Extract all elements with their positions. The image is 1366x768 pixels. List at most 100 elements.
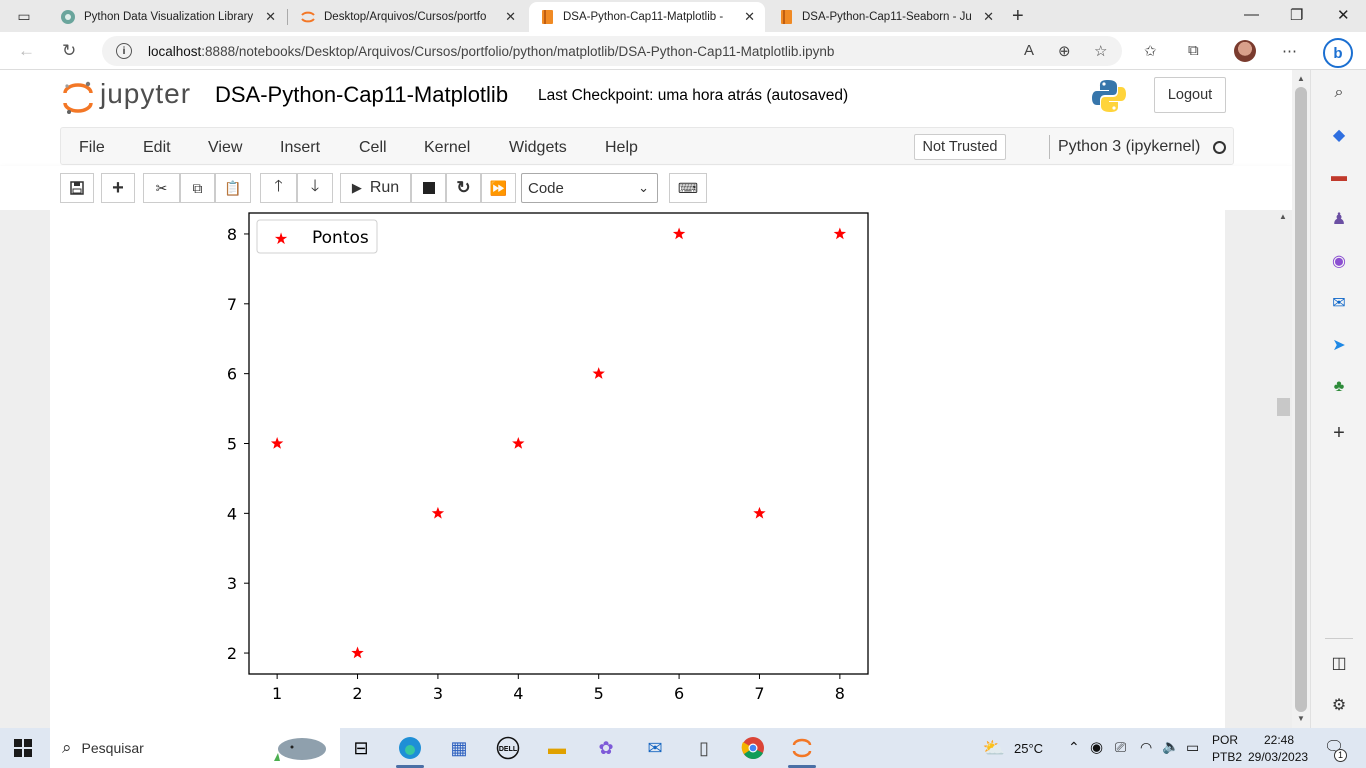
tree-icon[interactable]: ♣: [1328, 376, 1350, 398]
edge-browser-icon[interactable]: [396, 734, 424, 762]
tab-actions-icon[interactable]: ▭: [10, 6, 38, 26]
more-options-icon[interactable]: ⋯: [1282, 42, 1297, 60]
mail-icon[interactable]: ✉: [641, 734, 669, 762]
settings-gear-icon[interactable]: ⚙: [1328, 694, 1350, 716]
browser-tab-active[interactable]: DSA-Python-Cap11-Matplotlib - ✕: [529, 2, 765, 32]
not-trusted-button[interactable]: Not Trusted: [914, 134, 1006, 160]
send-icon[interactable]: ➤: [1328, 334, 1350, 356]
tools-icon[interactable]: ▬: [1328, 166, 1350, 188]
menu-view[interactable]: View: [208, 139, 242, 157]
weather-temp[interactable]: 25°C: [1014, 741, 1043, 756]
command-palette-button[interactable]: ⌨: [669, 173, 707, 203]
notebook-scroll-up-icon[interactable]: ▲: [1279, 212, 1287, 221]
menu-widgets[interactable]: Widgets: [509, 139, 567, 157]
clock-time[interactable]: 22:48: [1264, 733, 1294, 747]
copy-button[interactable]: ⧉: [180, 173, 215, 203]
store-icon[interactable]: ▦: [445, 734, 473, 762]
logout-button[interactable]: Logout: [1154, 77, 1226, 113]
interrupt-button[interactable]: [411, 173, 446, 203]
language-code[interactable]: POR: [1212, 733, 1238, 747]
copilot-icon[interactable]: ✿: [592, 734, 620, 762]
dell-icon[interactable]: DELL: [494, 734, 522, 762]
file-explorer-icon[interactable]: ▬: [543, 734, 571, 762]
windows-start-icon[interactable]: [14, 739, 32, 757]
taskbar-search[interactable]: ⌕ Pesquisar: [50, 728, 340, 768]
zoom-icon[interactable]: ⊕: [1058, 42, 1071, 60]
url-host: localhost: [148, 43, 202, 59]
keyboard-layout[interactable]: PTB2: [1212, 750, 1242, 764]
restart-button[interactable]: ↻: [446, 173, 481, 203]
microsoft365-icon[interactable]: ◉: [1328, 250, 1350, 272]
shopping-tag-icon[interactable]: ◆: [1328, 124, 1350, 146]
meet-icon[interactable]: ⎚: [1115, 739, 1126, 756]
panel-icon[interactable]: ◫: [1328, 652, 1350, 674]
collections-icon[interactable]: ⧉: [1188, 42, 1199, 59]
menu-cell[interactable]: Cell: [359, 139, 387, 157]
menu-insert[interactable]: Insert: [280, 139, 320, 157]
close-icon[interactable]: ✕: [505, 9, 516, 25]
document-icon[interactable]: ▯: [690, 734, 718, 762]
page-scrollbar[interactable]: ▲ ▼: [1292, 70, 1310, 728]
favorites-icon[interactable]: ✩: [1144, 42, 1157, 60]
plot-frame: [248, 212, 869, 675]
site-info-icon[interactable]: i: [116, 43, 132, 59]
close-icon[interactable]: ✕: [265, 9, 276, 25]
url-field[interactable]: i localhost:8888/notebooks/Desktop/Arqui…: [102, 36, 1122, 66]
close-icon[interactable]: ✕: [983, 9, 994, 25]
run-button[interactable]: ▶ Run: [340, 173, 411, 203]
move-up-button[interactable]: 🡑: [260, 173, 297, 203]
menu-file[interactable]: File: [79, 139, 105, 157]
close-window-icon[interactable]: ✕: [1337, 6, 1350, 24]
weather-icon[interactable]: ⛅: [980, 734, 1008, 762]
notebook-title[interactable]: DSA-Python-Cap11-Matplotlib: [215, 82, 508, 108]
save-icon: [70, 181, 84, 195]
move-down-button[interactable]: 🡓: [297, 173, 333, 203]
restore-icon[interactable]: ❐: [1290, 6, 1303, 24]
profile-avatar[interactable]: [1234, 40, 1256, 62]
tray-chevron-up-icon[interactable]: ⌃: [1068, 739, 1080, 756]
jupyter-taskbar-icon[interactable]: [788, 734, 816, 762]
favorite-add-icon[interactable]: ☆: [1094, 42, 1107, 60]
add-icon[interactable]: +: [1328, 422, 1350, 444]
search-icon: ⌕: [62, 738, 72, 757]
restart-run-all-button[interactable]: ⏩: [481, 173, 516, 203]
cut-button[interactable]: ✂: [143, 173, 180, 203]
browser-tab-seaborn-notebook[interactable]: DSA-Python-Cap11-Seaborn - Ju ✕: [768, 2, 1004, 32]
x-tick-label: 1: [272, 684, 282, 703]
bing-icon[interactable]: b: [1323, 38, 1353, 68]
paste-button[interactable]: 📋: [215, 173, 251, 203]
volume-icon[interactable]: 🔈: [1162, 738, 1179, 755]
record-icon[interactable]: ◉: [1090, 738, 1103, 756]
outlook-icon[interactable]: ✉: [1328, 292, 1350, 314]
task-view-icon[interactable]: ⊟: [347, 734, 375, 762]
back-icon[interactable]: ←: [18, 41, 35, 61]
cell-type-select[interactable]: Code ⌄: [521, 173, 658, 203]
seaborn-icon: [60, 9, 76, 25]
kernel-name[interactable]: Python 3 (ipykernel): [1058, 138, 1200, 156]
new-tab-icon[interactable]: +: [1012, 5, 1024, 28]
browser-tab-seaborn[interactable]: Python Data Visualization Library ✕: [50, 2, 286, 32]
scroll-up-icon[interactable]: ▲: [1297, 74, 1305, 83]
games-icon[interactable]: ♟: [1328, 208, 1350, 230]
scroll-thumb[interactable]: [1295, 87, 1307, 712]
windows-taskbar: ⌕ Pesquisar ⊟ ▦ DELL ▬ ✿ ✉ ▯ ⛅ 25°C ⌃ ◉ …: [0, 728, 1366, 768]
read-aloud-icon[interactable]: A: [1024, 42, 1034, 59]
browser-tab-file-tree[interactable]: Desktop/Arquivos/Cursos/portfo ✕: [290, 2, 526, 32]
search-icon[interactable]: ⌕: [1328, 82, 1350, 104]
notebook-scroll-thumb[interactable]: [1277, 398, 1290, 416]
menu-kernel[interactable]: Kernel: [424, 139, 470, 157]
minimize-icon[interactable]: —: [1244, 6, 1259, 23]
wifi-icon[interactable]: ◠: [1140, 739, 1152, 756]
clock-date[interactable]: 29/03/2023: [1248, 750, 1308, 764]
menu-help[interactable]: Help: [605, 139, 638, 157]
close-icon[interactable]: ✕: [744, 9, 755, 25]
save-button[interactable]: [60, 173, 94, 203]
insert-cell-button[interactable]: +: [101, 173, 135, 203]
reload-icon[interactable]: ↻: [62, 41, 76, 61]
scroll-down-icon[interactable]: ▼: [1297, 714, 1305, 723]
jupyter-logo-icon[interactable]: [62, 80, 94, 116]
chrome-icon[interactable]: [739, 734, 767, 762]
fast-forward-icon: ⏩: [489, 179, 508, 196]
battery-icon[interactable]: ▭: [1186, 739, 1199, 756]
menu-edit[interactable]: Edit: [143, 139, 171, 157]
